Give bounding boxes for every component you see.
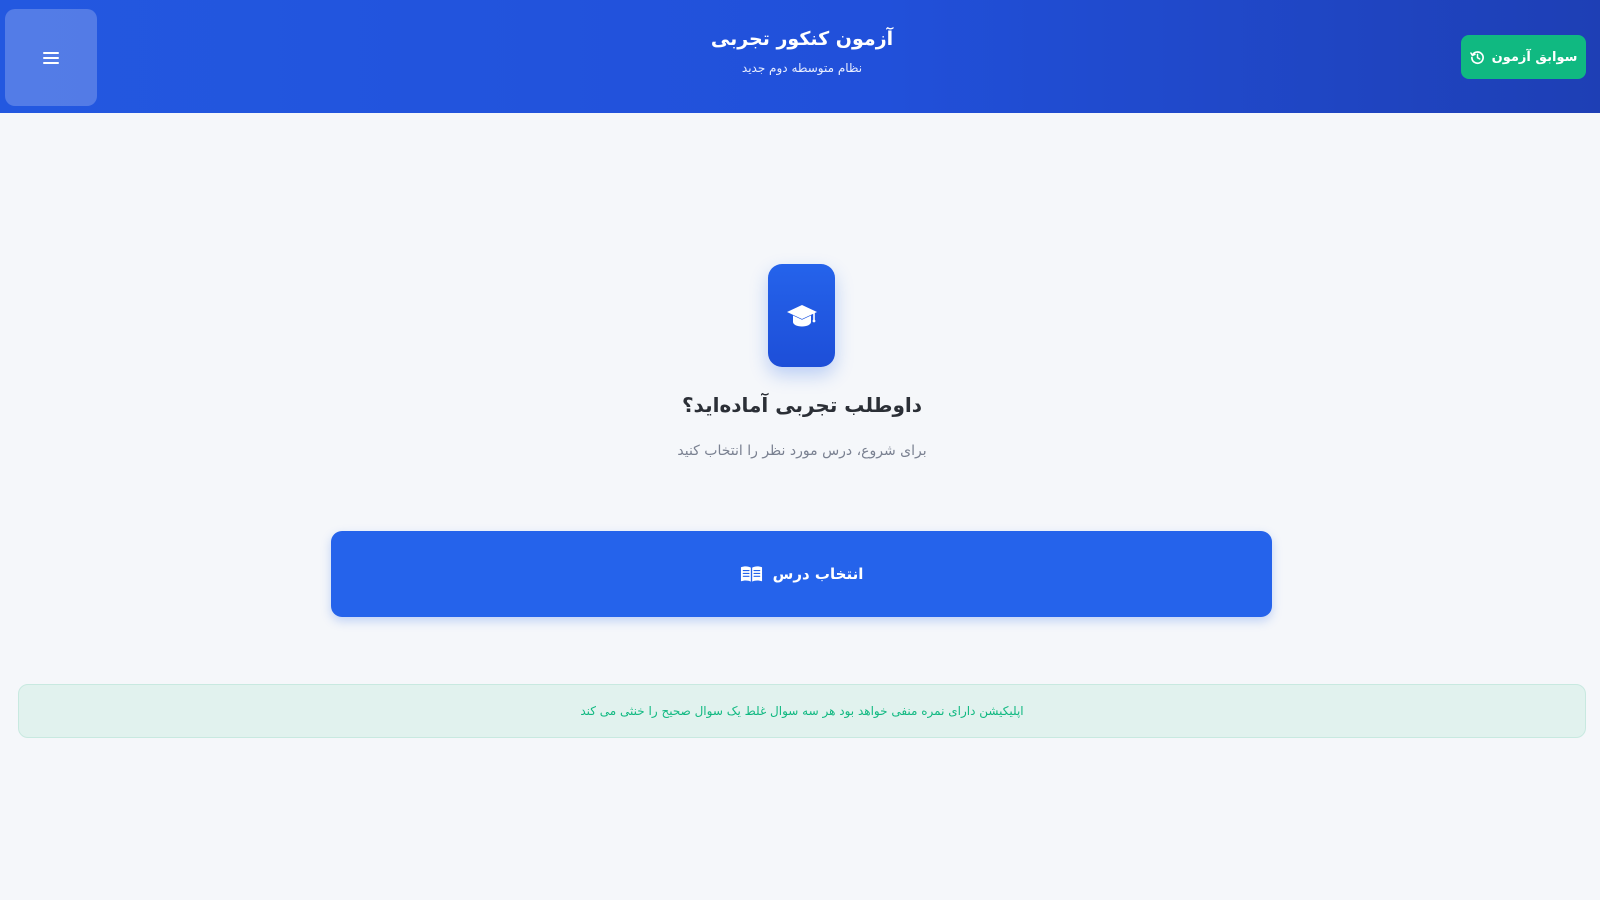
select-subject-label: انتخاب درس [772, 565, 864, 583]
welcome-heading: داوطلب تجربی آماده‌اید؟ [681, 393, 923, 417]
exam-history-button[interactable]: سوابق آزمون [1461, 35, 1586, 79]
graduation-cap-icon [786, 304, 817, 326]
app-subtitle: نظام متوسطه دوم جدید [741, 61, 863, 75]
hero-icon-badge [768, 264, 835, 367]
app-header: آزمون کنکور تجربی نظام متوسطه دوم جدید س… [0, 0, 1600, 113]
app-title: آزمون کنکور تجربی [710, 28, 894, 50]
negative-marking-notice: اپلیکیشن دارای نمره منفی خواهد بود هر سه… [18, 684, 1586, 738]
welcome-subtitle: برای شروع، درس مورد نظر را انتخاب کنید [677, 443, 927, 459]
notice-text: اپلیکیشن دارای نمره منفی خواهد بود هر سه… [580, 704, 1024, 718]
hamburger-menu-icon [43, 51, 59, 64]
select-subject-button[interactable]: انتخاب درس [331, 531, 1272, 617]
history-clock-icon [1469, 50, 1484, 64]
header-title-block: آزمون کنکور تجربی نظام متوسطه دوم جدید [600, 26, 1004, 76]
open-book-icon [740, 566, 762, 582]
menu-button[interactable] [5, 9, 97, 106]
exam-history-label: سوابق آزمون [1491, 49, 1578, 65]
